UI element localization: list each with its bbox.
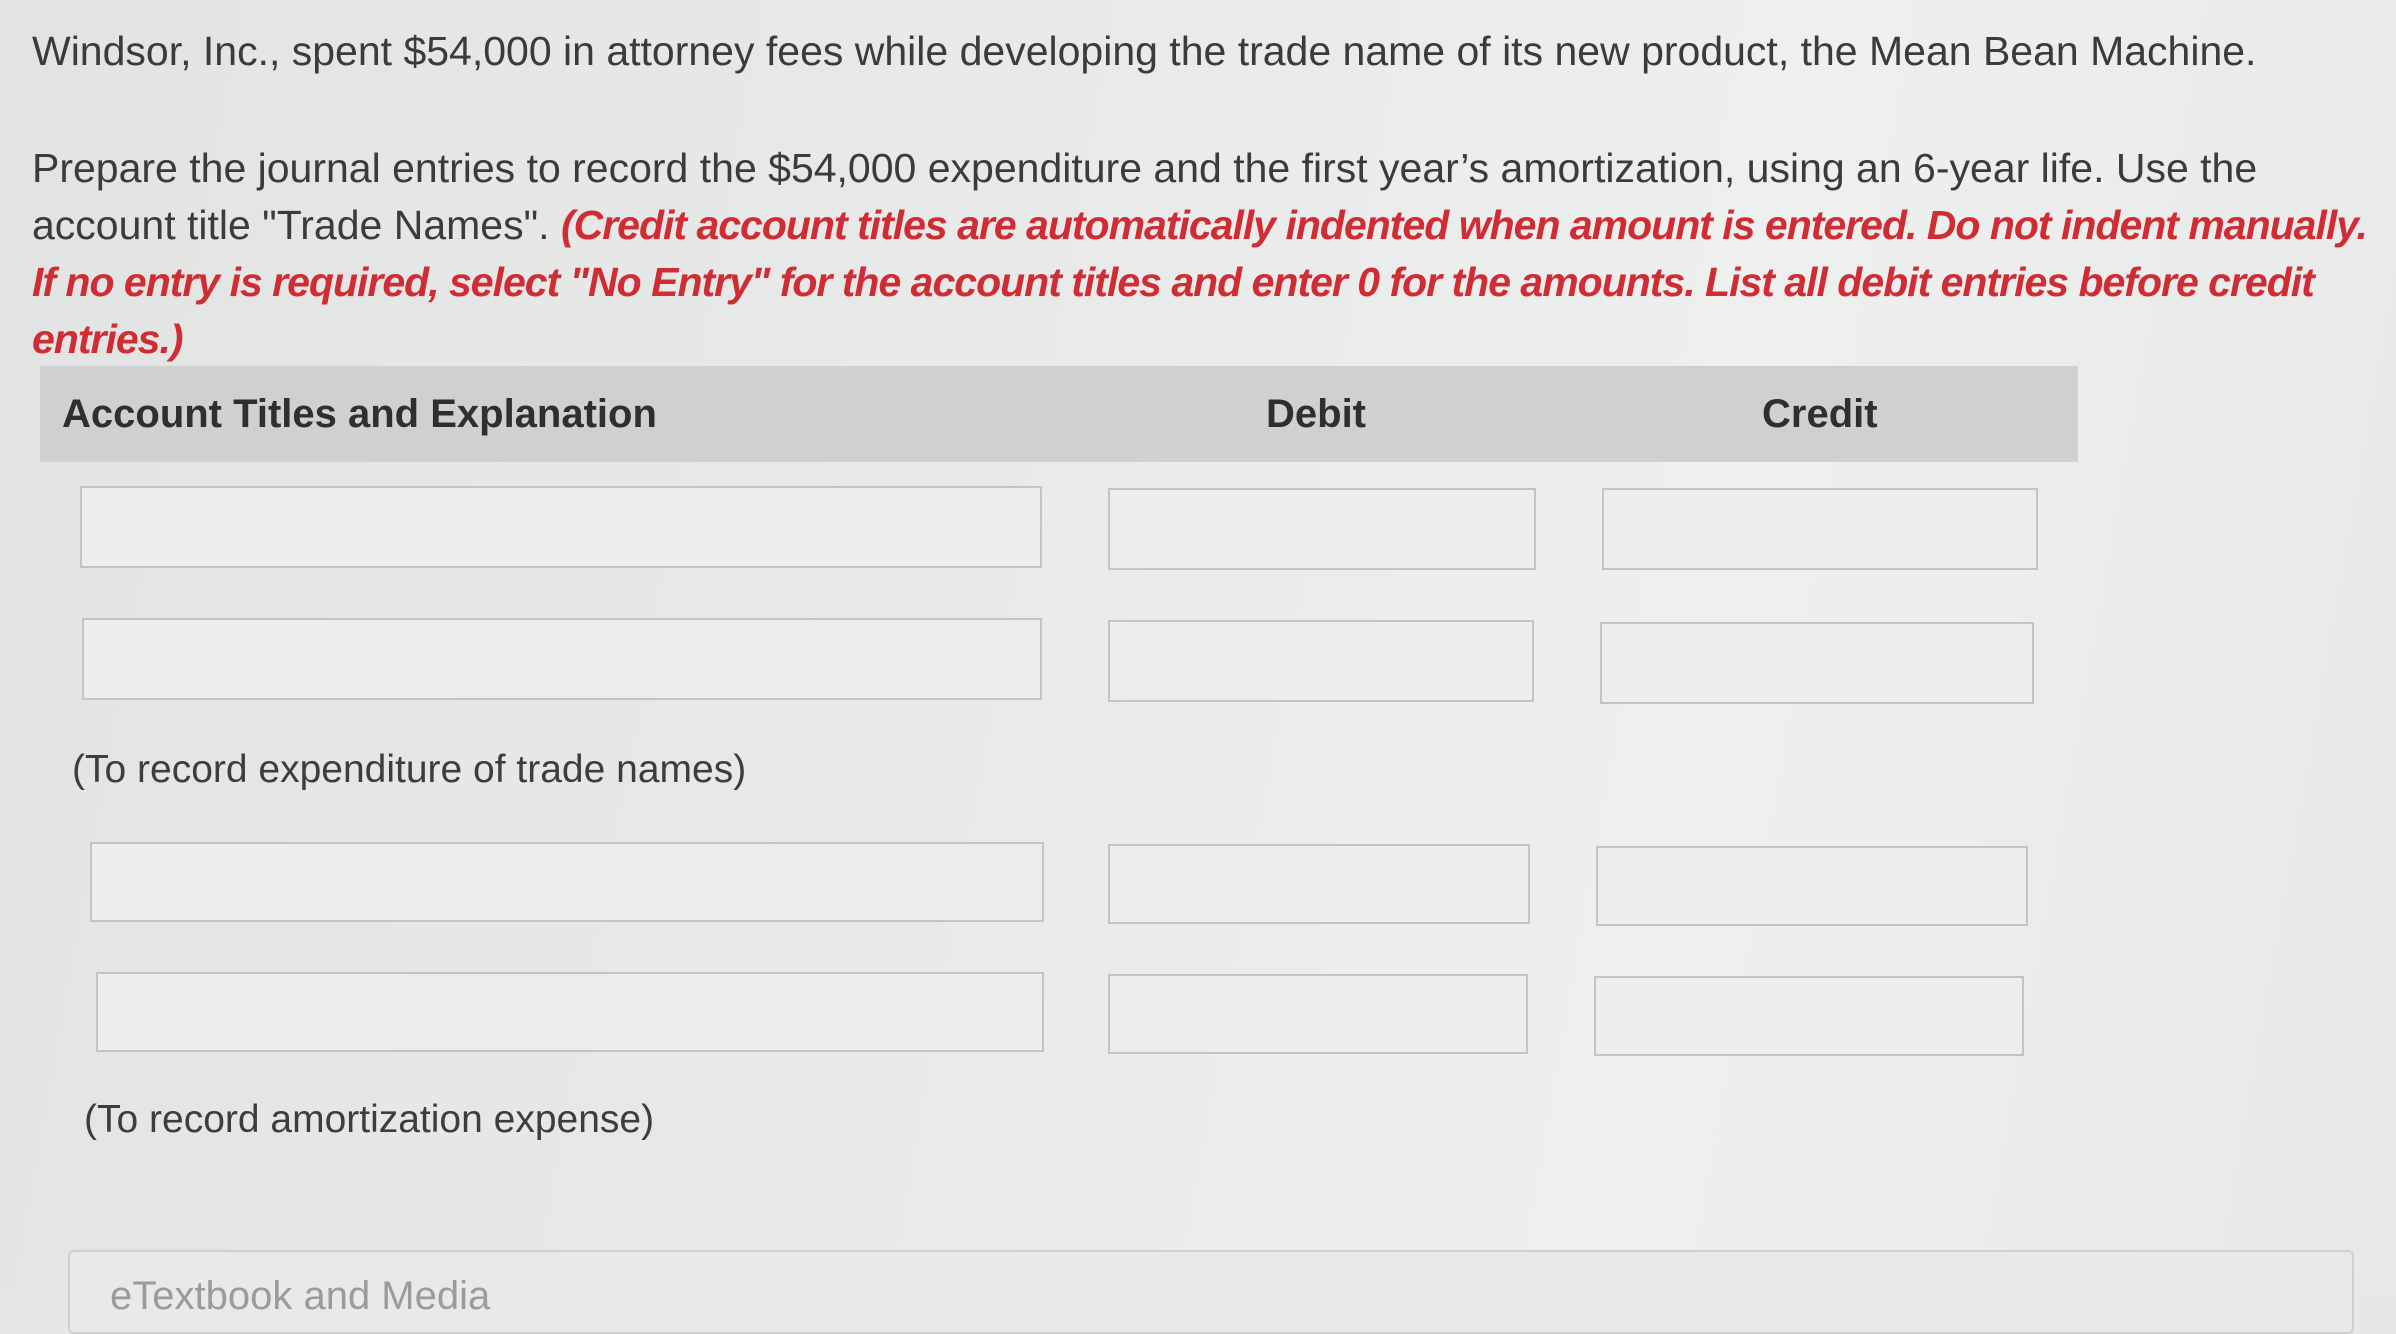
entry1-row2-debit-input[interactable] xyxy=(1108,620,1534,702)
entry2-row1-debit-input[interactable] xyxy=(1108,844,1530,924)
entry1-row1-account-input[interactable] xyxy=(80,486,1042,568)
entry2-explanation: (To record amortization expense) xyxy=(84,1098,655,1141)
entry2-row1-credit-input[interactable] xyxy=(1596,846,2028,926)
header-account-titles: Account Titles and Explanation xyxy=(62,392,657,436)
entry2-row2-account-input[interactable] xyxy=(96,972,1044,1052)
header-credit: Credit xyxy=(1762,392,1878,436)
entry2-row1-account-input[interactable] xyxy=(90,842,1044,922)
journal-table-header: Account Titles and Explanation Debit Cre… xyxy=(40,366,2078,462)
entry1-row2-credit-input[interactable] xyxy=(1600,622,2034,704)
etextbook-media-link[interactable]: eTextbook and Media xyxy=(110,1274,490,1319)
entry2-row2-debit-input[interactable] xyxy=(1108,974,1528,1054)
problem-intro: Windsor, Inc., spent $54,000 in attorney… xyxy=(32,28,2257,74)
entry2-row2-credit-input[interactable] xyxy=(1594,976,2024,1056)
entry1-row1-credit-input[interactable] xyxy=(1602,488,2038,570)
entry1-row2-account-input[interactable] xyxy=(82,618,1042,700)
entry1-explanation: (To record expenditure of trade names) xyxy=(72,748,747,791)
problem-instructions: Prepare the journal entries to record th… xyxy=(32,140,2372,368)
entry1-row1-debit-input[interactable] xyxy=(1108,488,1536,570)
page: Windsor, Inc., spent $54,000 in attorney… xyxy=(0,0,2396,1334)
etextbook-panel: eTextbook and Media xyxy=(68,1250,2354,1334)
header-debit: Debit xyxy=(1266,392,1366,436)
